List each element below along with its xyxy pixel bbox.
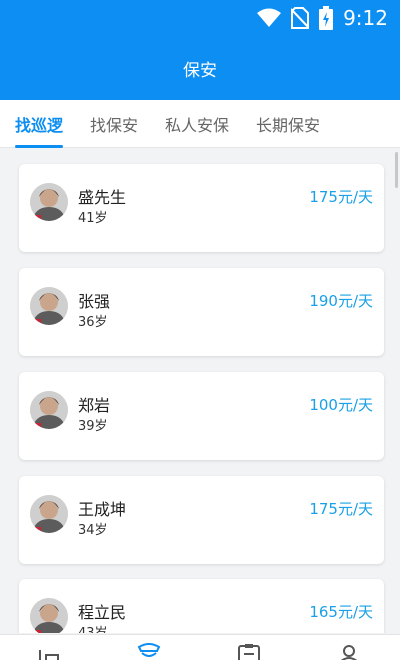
guard-name: 程立民 — [78, 603, 127, 622]
nav-home[interactable] — [37, 643, 67, 660]
guard-age: 34岁 — [78, 523, 108, 538]
avatar — [30, 495, 68, 533]
scrollbar[interactable] — [395, 152, 398, 188]
guard-price: 190元/天 — [309, 292, 373, 310]
guard-card[interactable]: 郑岩 39岁 100元/天 — [19, 372, 384, 460]
tab-label: 找巡逻 — [15, 116, 64, 135]
nav-profile[interactable] — [334, 643, 364, 660]
guard-price: 165元/天 — [309, 603, 373, 621]
status-bar: 9:12 — [0, 0, 400, 36]
home-icon — [37, 643, 67, 660]
tab-find-patrol[interactable]: 找巡逻 — [15, 100, 64, 148]
guard-name: 张强 — [78, 292, 111, 311]
guard-price: 175元/天 — [309, 188, 373, 206]
guard-card[interactable]: 张强 36岁 190元/天 — [19, 268, 384, 356]
guard-name: 王成坤 — [78, 500, 127, 519]
guard-list[interactable]: 盛先生 41岁 175元/天 张强 36岁 190元/天 郑岩 39岁 100元… — [0, 149, 400, 633]
tab-label: 找保安 — [90, 116, 139, 135]
tab-find-guard[interactable]: 找保安 — [90, 100, 138, 148]
guard-name: 盛先生 — [78, 188, 127, 207]
wifi-icon — [257, 8, 282, 28]
tab-bar: 找巡逻 找保安 私人安保 长期保安 — [0, 100, 400, 148]
bottom-nav — [0, 634, 400, 660]
avatar — [30, 287, 68, 325]
tab-long-term-guard[interactable]: 长期保安 — [256, 100, 320, 148]
guard-price: 175元/天 — [309, 500, 373, 518]
guard-age: 43岁 — [78, 622, 108, 633]
battery-charging-icon — [319, 6, 334, 30]
security-guard-icon — [134, 643, 164, 660]
tab-label: 长期保安 — [256, 116, 321, 135]
nav-security-guard[interactable] — [134, 643, 164, 660]
tab-private-security[interactable]: 私人安保 — [165, 100, 229, 148]
avatar — [30, 598, 68, 633]
status-time: 9:12 — [343, 6, 388, 30]
guard-age: 39岁 — [78, 419, 108, 434]
tab-label: 私人安保 — [165, 116, 230, 135]
avatar — [30, 391, 68, 429]
guard-name: 郑岩 — [78, 396, 111, 415]
guard-card[interactable]: 程立民 43岁 165元/天 — [19, 579, 384, 633]
nav-orders[interactable] — [234, 643, 264, 660]
page-title: 保安 — [183, 60, 217, 81]
guard-age: 41岁 — [78, 211, 108, 226]
guard-card[interactable]: 盛先生 41岁 175元/天 — [19, 164, 384, 252]
orders-icon — [234, 643, 264, 660]
no-sim-icon — [291, 7, 310, 29]
profile-icon — [334, 643, 364, 660]
tab-active-indicator — [15, 145, 64, 148]
app-bar: 保安 — [0, 36, 400, 100]
avatar — [30, 183, 68, 221]
guard-card[interactable]: 王成坤 34岁 175元/天 — [19, 476, 384, 564]
guard-price: 100元/天 — [309, 396, 373, 414]
guard-age: 36岁 — [78, 315, 108, 330]
